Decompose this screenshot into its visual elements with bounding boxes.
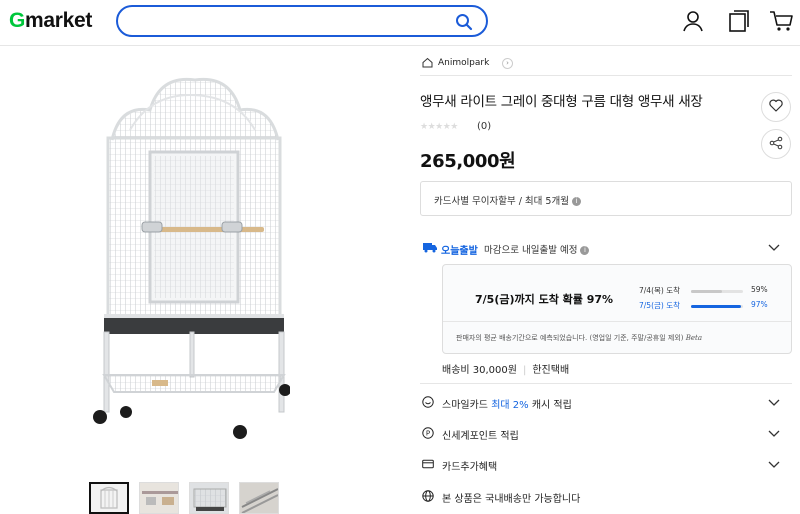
shipping-fee-row: 배송비 30,000원 | 한진택배 (442, 365, 570, 376)
shipping-row[interactable]: 오늘출발 마감으로 내일출발 예정 i (420, 237, 792, 259)
arrival-bar-fill (691, 305, 742, 308)
search-input[interactable] (132, 13, 452, 31)
today-ship-badge: 오늘출발 (441, 246, 478, 257)
card-installment-box: 카드사별 무이자할부 / 최대 5개월 i (420, 181, 792, 216)
shipping-note: 판매자의 평균 배송기간으로 예측되었습니다. (영업일 기준, 주말/공휴일 … (456, 334, 703, 342)
smile-card-icon (422, 396, 434, 408)
arrival-probability: 7/5(금)까지 도착 확률 97% (475, 293, 614, 306)
info-icon[interactable]: i (571, 197, 581, 206)
divider (443, 321, 791, 322)
point-p-icon: P (422, 427, 434, 439)
carrier: 한진택배 (532, 365, 570, 376)
chevron-down-icon[interactable] (768, 427, 780, 439)
heart-icon (769, 99, 783, 115)
chevron-right-icon: › (502, 58, 513, 69)
share-icon (769, 136, 783, 153)
product-main-image[interactable] (90, 70, 291, 442)
chevron-down-icon[interactable] (768, 396, 780, 408)
divider (420, 383, 792, 384)
cart-icon[interactable] (768, 9, 794, 36)
benefit-label: 스마일카드 (442, 400, 492, 411)
card-icon (422, 458, 434, 470)
chevron-down-icon[interactable] (768, 458, 780, 470)
product-info-panel: Animolpark › 앵무새 라이트 그레이 중대형 구름 대형 앵무새 새… (420, 46, 792, 514)
ship-message: 마감으로 내일출발 예정 (484, 245, 578, 256)
arrival-bar-1: 7/4(목) 도착 59% (639, 285, 779, 297)
benefit-highlight: 최대 2% (491, 400, 529, 411)
store-name[interactable]: Animolpark (438, 58, 489, 68)
home-icon (422, 57, 433, 71)
benefit-shinsegae-point[interactable]: P 신세계포인트 적립 (420, 418, 792, 449)
gmarket-logo[interactable]: Gmarket (9, 9, 92, 33)
benefit-label-suffix: 캐시 적립 (528, 400, 572, 411)
benefit-label: 신세계포인트 적립 (442, 431, 519, 442)
card-installment-text: 카드사별 무이자할부 / 최대 5개월 (434, 196, 569, 207)
domestic-shipping-notice: 본 상품은 국내배송만 가능합니다 (420, 481, 792, 512)
search-icon[interactable] (455, 13, 473, 34)
product-price: 265,000원 (420, 151, 516, 172)
product-title: 앵무새 라이트 그레이 중대형 구름 대형 앵무새 새장 (420, 94, 703, 110)
benefit-label: 본 상품은 국내배송만 가능합니다 (442, 494, 581, 505)
benefit-smile-card[interactable]: 스마일카드 최대 2% 캐시 적립 (420, 387, 792, 418)
store-row[interactable]: Animolpark › (420, 46, 792, 76)
arrival-bar-pct: 59% (751, 285, 768, 294)
arrival-bar-label: 7/4(목) 도착 (639, 286, 681, 295)
delivery-truck-icon (422, 241, 438, 256)
user-icon[interactable] (681, 9, 705, 36)
thumbnail-4[interactable] (239, 482, 279, 514)
search-bar[interactable] (116, 5, 488, 37)
rating-stars: ★★★★★ (420, 122, 458, 132)
share-button[interactable] (761, 129, 791, 159)
shipping-fee: 배송비 30,000원 (442, 365, 517, 376)
benefit-label: 카드추가혜택 (442, 462, 498, 473)
header: Gmarket (0, 0, 800, 46)
arrival-bar-pct: 97% (751, 300, 768, 309)
recent-items-icon[interactable] (727, 9, 751, 36)
info-icon[interactable]: i (580, 246, 590, 255)
thumbnail-1[interactable] (89, 482, 129, 514)
arrival-bar-2: 7/5(금) 도착 97% (639, 300, 779, 312)
review-count[interactable]: (0) (477, 121, 491, 132)
svg-text:P: P (426, 430, 430, 438)
wishlist-button[interactable] (761, 92, 791, 122)
arrival-bar-label: 7/5(금) 도착 (639, 301, 681, 310)
thumbnail-3[interactable] (189, 482, 229, 514)
chevron-down-icon[interactable] (768, 241, 780, 253)
arrival-bar-fill (691, 290, 722, 293)
globe-icon (422, 490, 434, 502)
thumbnail-2[interactable] (139, 482, 179, 514)
beta-tag: Beta (685, 334, 703, 342)
benefit-card-extra[interactable]: 카드추가혜택 (420, 449, 792, 480)
